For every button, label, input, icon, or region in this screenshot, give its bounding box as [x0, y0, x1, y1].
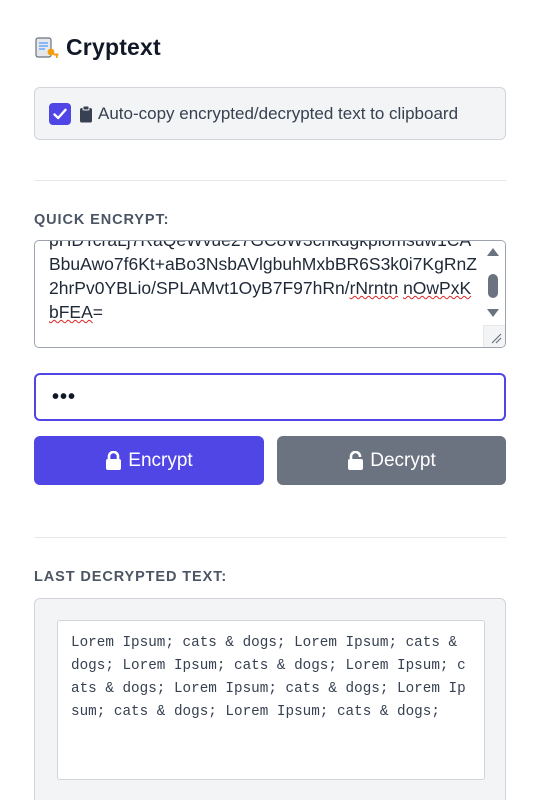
- last-decrypted-label: LAST DECRYPTED TEXT:: [34, 569, 228, 585]
- memo-key-icon: [34, 35, 60, 61]
- password-input[interactable]: •••: [34, 373, 506, 421]
- auto-copy-label: Auto-copy encrypted/decrypted text to cl…: [98, 103, 459, 123]
- resize-handle-icon[interactable]: [483, 325, 505, 347]
- encrypt-button-label: Encrypt: [128, 449, 193, 471]
- decrypted-output[interactable]: Lorem Ipsum; cats & dogs; Lorem Ipsum; c…: [57, 620, 485, 780]
- app-title: Cryptext: [66, 34, 161, 60]
- clipboard-icon: [80, 105, 92, 122]
- header: Cryptext: [34, 34, 161, 61]
- output-card: Lorem Ipsum; cats & dogs; Lorem Ipsum; c…: [34, 598, 506, 800]
- scroll-up-arrow-icon[interactable]: [487, 248, 499, 256]
- scroll-thumb[interactable]: [488, 274, 498, 298]
- auto-copy-setting[interactable]: Auto-copy encrypted/decrypted text to cl…: [34, 87, 506, 140]
- lock-icon: [106, 451, 122, 470]
- auto-copy-checkbox[interactable]: [49, 102, 71, 125]
- encrypt-button[interactable]: Encrypt: [34, 436, 264, 485]
- decrypt-button[interactable]: Decrypt: [277, 436, 506, 485]
- scroll-down-arrow-icon[interactable]: [487, 309, 499, 317]
- quick-encrypt-textarea[interactable]: pHDTcraLj7RaQeWvue27GC8W3chkdgkpi8msuw1C…: [34, 240, 506, 348]
- divider: [34, 537, 506, 538]
- quick-encrypt-label: QUICK ENCRYPT:: [34, 212, 170, 228]
- check-icon: [53, 108, 67, 119]
- divider: [34, 180, 506, 181]
- app-window: Cryptext Auto-copy encrypted/decrypted t…: [0, 0, 535, 800]
- decrypt-button-label: Decrypt: [370, 449, 436, 471]
- unlock-icon: [348, 451, 364, 470]
- textarea-text: pHDTcraLj7RaQeWvue27GC8W3chkdgkpi8msuw1C…: [49, 240, 477, 322]
